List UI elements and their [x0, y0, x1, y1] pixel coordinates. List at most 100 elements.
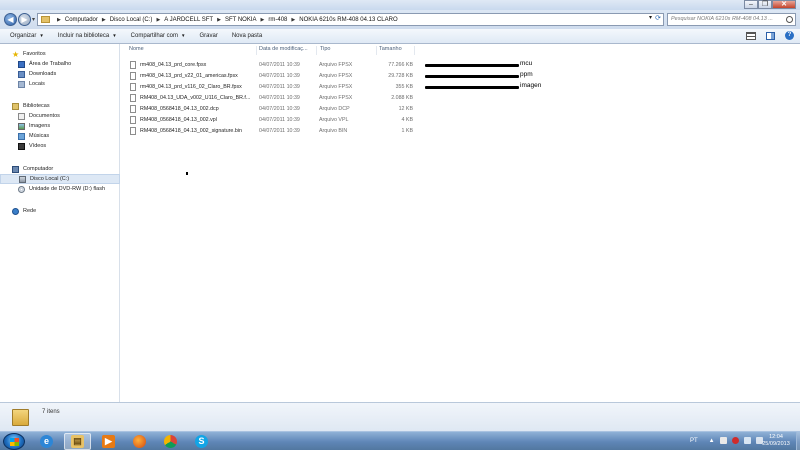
nav-item-local-disk[interactable]: Disco Local (C:)	[0, 174, 120, 184]
search-input[interactable]: Pesquisar NOKIA 6210s RM-408 04.13 ...	[667, 13, 796, 26]
nav-item-downloads[interactable]: Downloads	[0, 69, 120, 79]
clock[interactable]: 12:04 25/09/2013	[756, 434, 796, 448]
chevron-right-icon[interactable]: ▶	[102, 17, 106, 23]
new-folder-button[interactable]: Nova pasta	[232, 33, 262, 39]
action-center-flag-icon[interactable]	[719, 437, 727, 444]
drawn-annotation-line	[425, 86, 519, 89]
breadcrumb-current-folder[interactable]: NOKIA 6210s RM-408 04.13 CLARO	[299, 17, 397, 23]
nav-libraries[interactable]: Bibliotecas	[0, 101, 120, 111]
nav-computer[interactable]: Computador	[0, 164, 120, 174]
music-icon	[18, 132, 25, 140]
taskbar-internet-explorer[interactable]: e	[33, 433, 60, 450]
network-group: Rede	[0, 206, 120, 216]
favorites-label: Favoritos	[23, 51, 46, 57]
nav-network[interactable]: Rede	[0, 206, 120, 216]
chrome-icon	[164, 435, 177, 448]
nav-favorites[interactable]: ★ Favoritos	[0, 49, 120, 59]
refresh-icon[interactable]: ⟳	[655, 14, 661, 22]
nav-item-label: Downloads	[29, 71, 57, 77]
taskbar-windows-explorer[interactable]: ▤	[64, 433, 91, 450]
handwritten-annotation: mcu	[520, 60, 533, 67]
file-icon	[130, 94, 136, 102]
taskbar-skype[interactable]: S	[188, 433, 215, 450]
clock-date: 25/09/2013	[762, 441, 790, 447]
column-date[interactable]: Data de modificaç...	[259, 46, 317, 55]
include-in-library-menu[interactable]: Incluir na biblioteca ▼	[58, 33, 117, 39]
file-row[interactable]: rm408_04.13_prd_v22_01_americas.fpsx 04/…	[128, 71, 798, 81]
organize-label: Organizar	[10, 33, 37, 39]
recent-pages-chevron-icon[interactable]: ▾	[32, 16, 35, 23]
file-row[interactable]: rm408_04.13_prd_core.fpsx 04/07/2011 10:…	[128, 60, 798, 70]
network-icon	[12, 207, 19, 215]
documents-icon	[18, 112, 25, 120]
file-row[interactable]: RM408_0568418_04.13_002.dcp 04/07/2011 1…	[128, 104, 798, 114]
column-name[interactable]: Nome	[129, 46, 257, 55]
nav-item-pictures[interactable]: Imagens	[0, 121, 120, 131]
change-view-icon[interactable]	[746, 31, 756, 40]
taskbar-firefox[interactable]	[126, 433, 153, 450]
file-date: 04/07/2011 10:39	[259, 117, 300, 123]
maximize-button[interactable]: ❐	[758, 0, 772, 9]
chevron-right-icon[interactable]: ▶	[291, 17, 295, 23]
language-indicator[interactable]: PT	[690, 438, 698, 444]
show-hidden-icons-chevron-icon[interactable]: ▲	[709, 438, 715, 444]
details-pane: 7 itens	[0, 402, 800, 431]
dvd-drive-icon	[18, 185, 25, 193]
breadcrumb-computer[interactable]: Computador	[65, 17, 98, 23]
start-button[interactable]	[3, 433, 25, 450]
chevron-right-icon[interactable]: ▶	[156, 17, 160, 23]
forward-button[interactable]: ▶	[18, 13, 31, 26]
folder-icon: ▤	[71, 435, 84, 448]
chevron-right-icon[interactable]: ▶	[261, 17, 265, 23]
file-name: RM408_0568418_04.13_002_signature.bin	[140, 128, 242, 134]
file-name: RM408_0568418_04.13_002.dcp	[140, 106, 219, 112]
preview-pane-icon[interactable]	[766, 31, 775, 40]
chevron-right-icon[interactable]: ▶	[217, 17, 221, 23]
file-date: 04/07/2011 10:39	[259, 62, 300, 68]
file-size: 29.728 KB	[388, 73, 413, 79]
taskbar-chrome[interactable]	[157, 433, 184, 450]
nav-item-music[interactable]: Músicas	[0, 131, 120, 141]
close-button[interactable]: ✕	[772, 0, 796, 9]
nav-item-videos[interactable]: Vídeos	[0, 141, 120, 151]
file-type: Arquivo FPSX	[319, 95, 353, 101]
handwritten-annotation: imagen	[520, 82, 542, 89]
breadcrumb-jardcell[interactable]: A JARDCELL SFT	[164, 17, 213, 23]
navigation-pane: ★ Favoritos Área de Trabalho Downloads Lo…	[0, 44, 120, 402]
burn-button[interactable]: Gravar	[199, 33, 217, 39]
file-size: 77.266 KB	[388, 62, 413, 68]
search-icon[interactable]	[786, 16, 793, 23]
network-status-icon[interactable]	[743, 437, 751, 444]
taskbar-media-player[interactable]: ▶	[95, 433, 122, 450]
minimize-button[interactable]: –	[744, 0, 758, 9]
chevron-down-icon: ▼	[181, 33, 186, 38]
chevron-right-icon[interactable]: ▶	[57, 17, 61, 23]
nav-item-recent-places[interactable]: Locais	[0, 79, 120, 89]
nav-item-desktop[interactable]: Área de Trabalho	[0, 59, 120, 69]
share-with-menu[interactable]: Compartilhar com ▼	[131, 33, 186, 39]
file-row[interactable]: RM408_04.13_UDA_v002_U116_Claro_BR.f... …	[128, 93, 798, 103]
file-row[interactable]: RM408_0568418_04.13_002.vpl 04/07/2011 1…	[128, 115, 798, 125]
nav-item-dvd-drive[interactable]: Unidade de DVD-RW (D:) flash	[0, 184, 120, 194]
help-icon[interactable]: ?	[785, 31, 794, 40]
organize-menu[interactable]: Organizar ▼	[10, 33, 44, 39]
address-history-chevron-icon[interactable]: ▾	[649, 14, 652, 21]
column-size[interactable]: Tamanho	[379, 46, 415, 55]
back-button[interactable]: ◀	[4, 13, 17, 26]
show-desktop-button[interactable]	[796, 432, 800, 450]
file-row[interactable]: rm408_04.13_prd_v116_02_Claro_BR.fpsx 04…	[128, 82, 798, 92]
window-controls: – ❐ ✕	[744, 0, 796, 9]
nav-item-documents[interactable]: Documentos	[0, 111, 120, 121]
file-name: RM408_04.13_UDA_v002_U116_Claro_BR.f...	[140, 95, 251, 101]
security-alert-icon[interactable]	[731, 437, 739, 444]
breadcrumb-rm408[interactable]: rm-408	[268, 17, 287, 23]
column-type[interactable]: Tipo	[320, 46, 377, 55]
desktop-icon	[18, 60, 25, 68]
file-row[interactable]: RM408_0568418_04.13_002_signature.bin 04…	[128, 126, 798, 136]
media-player-icon: ▶	[102, 435, 115, 448]
address-bar[interactable]: ▶ Computador ▶ Disco Local (C:) ▶ A JARD…	[37, 13, 664, 26]
breadcrumb-sft-nokia[interactable]: SFT NOKIA	[225, 17, 257, 23]
breadcrumb-local-disk[interactable]: Disco Local (C:)	[110, 17, 153, 23]
hard-drive-icon	[19, 175, 26, 183]
file-icon	[130, 83, 136, 91]
